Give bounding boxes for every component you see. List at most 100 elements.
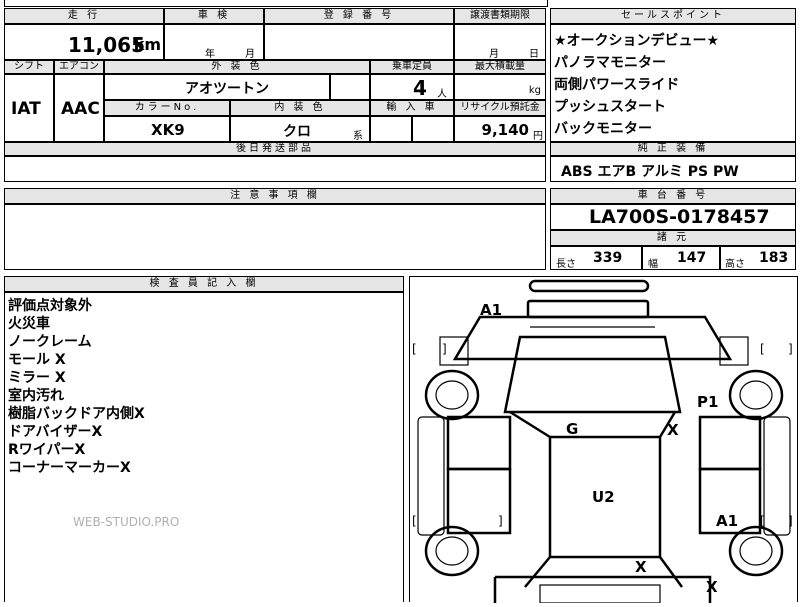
watermark: WEB-STUDIO.PRO xyxy=(73,515,180,529)
header-recycle-fee: リサイクル預託金 xyxy=(454,100,546,116)
bracket-open: [ xyxy=(760,514,765,528)
inspector-note-line: 火災車 xyxy=(8,316,50,332)
front-grille-outline xyxy=(526,299,650,319)
inspector-note-line: 樹脂バックドア内側X xyxy=(8,406,145,422)
rear-pillar-line xyxy=(524,556,551,588)
exterior-color-extra-cell xyxy=(330,74,370,100)
front-bumper-outline xyxy=(528,279,650,293)
spec-length-label: 長さ xyxy=(556,259,576,270)
sales-point-item: パノラマモニター xyxy=(554,55,666,71)
inspector-note-line: ノークレーム xyxy=(8,334,92,350)
damage-mark-x-rear-left: X xyxy=(635,558,647,576)
inspector-note-line: RワイパーX xyxy=(8,442,86,458)
spec-width-cell: 幅 147 xyxy=(642,246,720,270)
right-sill-outline xyxy=(763,416,791,536)
exterior-color-value: アオツートン xyxy=(185,81,269,97)
header-shift: シフト xyxy=(4,60,54,74)
shaken-year-unit: 年 xyxy=(205,49,215,60)
right-front-wheel-outline xyxy=(728,369,784,421)
header-standard-equipment: 純 正 装 備 xyxy=(550,142,796,156)
spec-length-value: 339 xyxy=(593,250,623,266)
top-strip xyxy=(4,0,548,7)
header-sales-points: セールスポイント xyxy=(550,8,796,24)
color-no-value: XK9 xyxy=(151,121,185,139)
aircon-value: AAC xyxy=(61,99,100,119)
shaken-month-unit: 月 xyxy=(245,49,255,60)
sales-point-item: 両側パワースライド xyxy=(554,77,680,93)
spec-height-cell: 高さ 183 xyxy=(720,246,796,270)
left-front-door-outline xyxy=(446,415,512,471)
capacity-cell: 4 人 xyxy=(370,74,454,100)
inspector-note-line: コーナーマーカーX xyxy=(8,460,131,476)
bracket-close: ] xyxy=(442,342,447,356)
spec-length-cell: 長さ 339 xyxy=(550,246,642,270)
inspector-note-line: 室内汚れ xyxy=(8,388,64,404)
registration-cell xyxy=(264,24,454,60)
car-diagram: A1 P1 G X U2 A1 X X [ ] [ ] [ ] [ ] xyxy=(412,279,793,604)
color-no-cell: XK9 xyxy=(104,116,230,142)
recycle-fee-unit: 円 xyxy=(533,131,543,142)
car-diagram-frame: A1 P1 G X U2 A1 X X [ ] [ ] [ ] [ ] xyxy=(409,276,798,604)
right-rear-wheel-hub xyxy=(739,536,773,566)
inspector-note-line: 評価点対象外 xyxy=(8,298,92,314)
inspector-note-line: ドアバイザーX xyxy=(8,424,103,440)
interior-color-unit: 系 xyxy=(353,131,363,142)
damage-mark-a1-rear: A1 xyxy=(716,512,738,530)
inspector-note-line: ミラー X xyxy=(8,370,66,386)
capacity-unit: 人 xyxy=(437,89,447,100)
left-front-wheel-outline xyxy=(424,369,480,421)
standard-equipment-cell: ABS エアB アルミ PS PW xyxy=(550,156,796,182)
header-capacity: 乗車定員 xyxy=(370,60,454,74)
header-specs: 諸 元 xyxy=(550,230,796,246)
spec-width-value: 147 xyxy=(677,250,707,266)
max-load-cell: kg xyxy=(454,74,546,100)
damage-mark-u2: U2 xyxy=(592,488,615,506)
shift-value: IAT xyxy=(11,99,41,119)
transfer-month-unit: 月 xyxy=(489,49,499,60)
mileage-unit: km xyxy=(133,35,161,54)
recycle-fee-value: 9,140 xyxy=(481,121,529,139)
header-shaken: 車 検 xyxy=(164,8,264,24)
bracket-open: [ xyxy=(412,514,417,528)
header-mileage: 走 行 xyxy=(4,8,164,24)
max-load-unit: kg xyxy=(528,85,541,96)
header-chassis-number: 車 台 番 号 xyxy=(550,188,796,204)
transfer-deadline-cell: 月 日 xyxy=(454,24,546,60)
bracket-close: ] xyxy=(788,342,793,356)
damage-mark-g: G xyxy=(566,420,578,438)
bracket-close: ] xyxy=(788,514,793,528)
damage-mark-x-rear-right: X xyxy=(706,578,718,596)
aircon-cell: AAC xyxy=(54,74,104,142)
damage-mark-a1-front: A1 xyxy=(480,301,502,319)
sales-point-item: プッシュスタート xyxy=(554,99,666,115)
left-sill-outline xyxy=(417,416,445,536)
sales-point-item: バックモニター xyxy=(554,121,652,137)
damage-mark-x-windshield: X xyxy=(667,421,679,439)
header-interior-color: 内 装 色 xyxy=(230,100,370,116)
mileage-cell: 11,065 km xyxy=(4,24,164,60)
interior-color-value: クロ xyxy=(283,124,311,140)
chassis-number-cell: LA700S-0178457 xyxy=(550,204,796,230)
windshield-outline xyxy=(503,335,682,414)
capacity-value: 4 xyxy=(413,76,427,100)
right-front-door-outline xyxy=(698,415,762,471)
recycle-fee-cell: 9,140 円 xyxy=(454,116,546,142)
header-import: 輸 入 車 xyxy=(370,100,454,116)
header-registration: 登 録 番 号 xyxy=(264,8,454,24)
chassis-number-value: LA700S-0178457 xyxy=(589,206,770,228)
notes-box xyxy=(4,204,546,270)
header-exterior-color: 外 装 色 xyxy=(104,60,370,74)
left-rear-wheel-hub xyxy=(435,536,469,566)
spec-height-value: 183 xyxy=(759,250,789,266)
header-later-parts: 後日発送部品 xyxy=(4,142,546,156)
standard-equipment-value: ABS エアB アルミ PS PW xyxy=(561,164,739,180)
rear-gate-outline xyxy=(539,584,661,604)
inspector-notes-box: 評価点対象外 火災車 ノークレーム モール X ミラー X 室内汚れ 樹脂バック… xyxy=(4,292,404,602)
interior-color-cell: クロ 系 xyxy=(230,116,370,142)
sales-points-box: ★オークションデビュー★ パノラマモニター 両側パワースライド プッシュスタート… xyxy=(550,24,796,142)
shaken-cell: 年 月 xyxy=(164,24,264,60)
import-cell-b xyxy=(412,116,454,142)
shift-cell: IAT xyxy=(4,74,54,142)
header-max-load: 最大積載量 xyxy=(454,60,546,74)
inspector-note-line: モール X xyxy=(8,352,66,368)
